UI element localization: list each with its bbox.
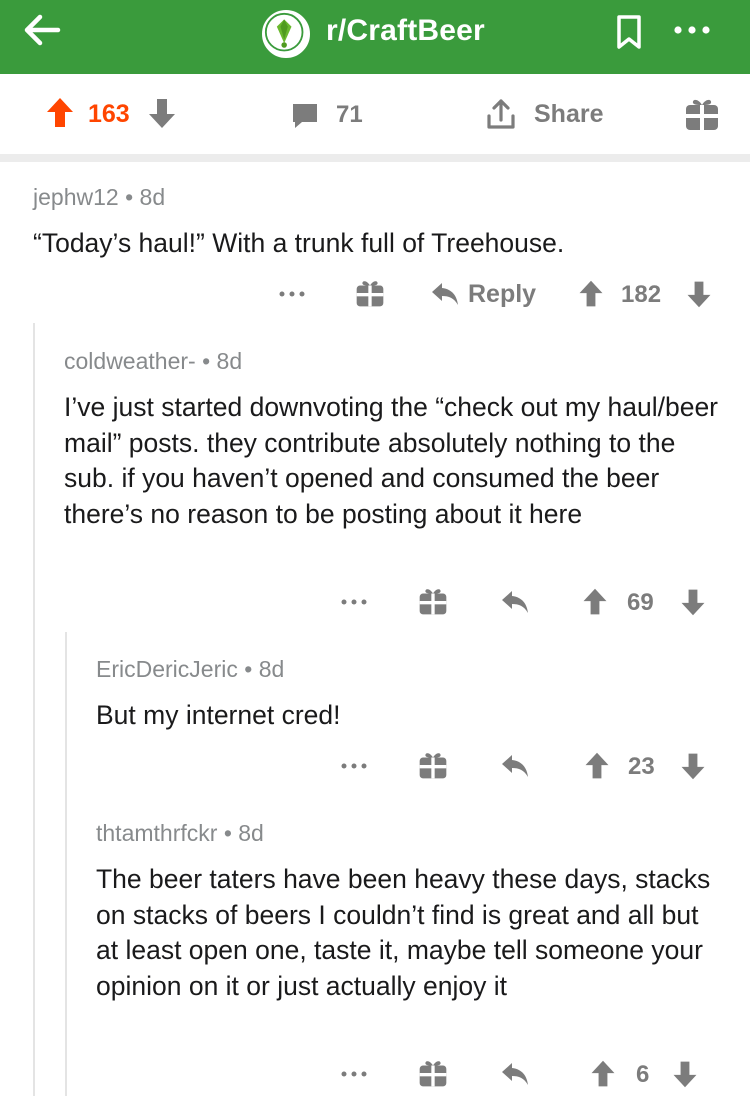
downvote-icon[interactable] (672, 1059, 698, 1089)
comment-meta: coldweather- • 8d (64, 348, 242, 375)
subreddit-name[interactable]: r/CraftBeer (326, 14, 485, 48)
comment-count[interactable]: 71 (336, 101, 363, 129)
reply-button[interactable]: Reply (468, 280, 536, 309)
more-options-icon[interactable] (341, 598, 367, 606)
comment-age: 8d (139, 184, 166, 210)
top-app-bar: r/CraftBeer (0, 0, 750, 74)
comment-body: But my internet cred! (96, 700, 341, 730)
comment-meta: jephw12 • 8d (33, 184, 165, 211)
subreddit-logo[interactable] (262, 10, 310, 58)
comment-age: 8d (238, 820, 264, 846)
downvote-icon[interactable] (680, 751, 706, 781)
comment-score: 6 (636, 1061, 650, 1088)
comment-author[interactable]: jephw12 (33, 184, 119, 210)
comment-author[interactable]: coldweather- (64, 348, 196, 374)
post-score: 163 (88, 100, 130, 128)
downvote-icon[interactable] (686, 279, 712, 309)
comment-score: 182 (621, 281, 662, 308)
more-options-icon[interactable] (341, 762, 367, 770)
comment-score: 69 (627, 589, 654, 616)
meta-separator: • (125, 184, 140, 210)
comment-author[interactable]: thtamthrfckr (96, 820, 217, 846)
comment-body: “Today’s haul!” With a trunk full of Tre… (33, 228, 565, 258)
upvote-icon[interactable] (578, 279, 604, 309)
back-arrow-icon[interactable] (22, 12, 62, 48)
award-gift-icon[interactable] (684, 96, 720, 132)
comment-body: The beer taters have been heavy these da… (96, 864, 711, 1001)
downvote-icon[interactable] (148, 96, 176, 130)
more-options-icon[interactable] (670, 20, 714, 40)
comment-author[interactable]: EricDericJeric (96, 656, 238, 682)
meta-separator: • (202, 348, 217, 374)
more-options-icon[interactable] (279, 290, 305, 298)
meta-separator: • (223, 820, 239, 846)
reply-arrow-icon[interactable] (430, 281, 460, 307)
award-gift-icon[interactable] (418, 586, 448, 616)
award-gift-icon[interactable] (418, 1058, 448, 1088)
upvote-icon[interactable] (46, 96, 74, 130)
award-gift-icon[interactable] (355, 278, 385, 308)
meta-separator: • (244, 656, 259, 682)
share-icon[interactable] (486, 98, 516, 130)
award-gift-icon[interactable] (418, 750, 448, 780)
upvote-icon[interactable] (584, 751, 610, 781)
upvote-icon[interactable] (590, 1059, 616, 1089)
upvote-icon[interactable] (582, 587, 608, 617)
comment-meta: EricDericJeric • 8d (96, 656, 284, 683)
thread-line-level-1[interactable] (33, 323, 35, 1096)
section-divider (0, 154, 750, 162)
reply-arrow-icon[interactable] (500, 589, 530, 615)
bookmark-icon[interactable] (614, 14, 644, 50)
reply-arrow-icon[interactable] (500, 753, 530, 779)
reply-arrow-icon[interactable] (500, 1061, 530, 1087)
more-options-icon[interactable] (341, 1070, 367, 1078)
comment-age: 8d (216, 348, 243, 374)
post-action-bar: 163 71 Share (0, 74, 750, 154)
hop-icon (264, 12, 304, 52)
comment-meta: thtamthrfckr • 8d (96, 820, 264, 847)
comment-body: I’ve just started downvoting the “check … (64, 392, 719, 529)
share-button[interactable]: Share (534, 100, 603, 129)
downvote-icon[interactable] (680, 587, 706, 617)
thread-line-level-2[interactable] (65, 632, 67, 1096)
comment-age: 8d (258, 656, 285, 682)
comment-bubble-icon[interactable] (290, 102, 320, 130)
comment-score: 23 (628, 753, 655, 780)
